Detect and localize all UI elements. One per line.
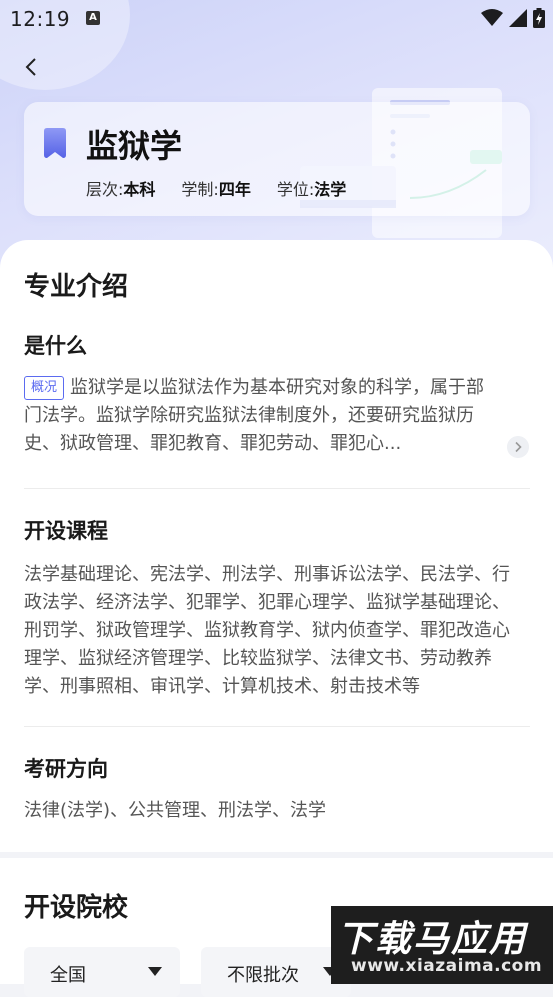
expand-chevron-icon[interactable]: [507, 436, 529, 458]
duration-info: 学制:四年: [181, 176, 250, 200]
major-meta: 层次:本科 学制:四年 学位:法学: [86, 176, 346, 200]
level-info: 层次:本科: [86, 176, 155, 200]
overview-tag: 概况: [24, 376, 65, 400]
level-value: 本科: [123, 180, 156, 199]
level-label: 层次:: [86, 180, 124, 199]
major-title: 监狱学: [86, 127, 183, 165]
region-filter-label: 全国: [50, 965, 86, 986]
caret-down-icon: [148, 967, 162, 976]
status-bar: 12:19 A: [0, 0, 553, 38]
degree-value: 法学: [314, 180, 347, 199]
duration-label: 学制:: [181, 180, 219, 199]
courses-title: 开设课程: [24, 519, 108, 543]
battery-charging-icon: [533, 8, 545, 28]
notification-icon: A: [86, 11, 100, 25]
duration-value: 四年: [218, 180, 251, 199]
status-time: 12:19: [10, 7, 71, 31]
courses-text: 法学基础理论、宪法学、刑法学、刑事诉讼法学、民法学、行政法学、经济法学、犯罪学、…: [24, 564, 510, 697]
major-badge-icon: [44, 128, 66, 158]
watermark-url: www.xiazaima.com: [351, 956, 543, 976]
degree-label: 学位:: [276, 180, 315, 199]
batch-filter-label: 不限批次: [227, 965, 299, 986]
intro-description: 监狱学是以监狱法作为基本研究对象的科学，属于部门法学。监狱学除研究监狱法律制度外…: [24, 377, 484, 454]
divider: [24, 488, 530, 489]
major-header-card: 监狱学 层次:本科 学制:四年 学位:法学: [24, 102, 530, 216]
back-arrow-icon[interactable]: [20, 55, 44, 79]
signal-icon: [509, 9, 527, 27]
watermark-overlay: 下载马应用 www.xiazaima.com: [331, 906, 553, 984]
divider: [24, 726, 530, 727]
wifi-icon: [481, 9, 503, 26]
region-filter-dropdown[interactable]: 全国: [24, 947, 180, 997]
schools-section-title: 开设院校: [24, 893, 129, 923]
postgrad-text: 法律(法学)、公共管理、刑法学、法学: [24, 800, 327, 821]
what-title: 是什么: [24, 334, 87, 358]
intro-description-block[interactable]: 概况 监狱学是以监狱法作为基本研究对象的科学，属于部门法学。监狱学除研究监狱法律制…: [24, 374, 484, 458]
watermark-title: 下载马应用: [337, 919, 528, 960]
postgrad-title: 考研方向: [24, 757, 108, 781]
batch-filter-dropdown[interactable]: 不限批次: [201, 947, 351, 997]
degree-info: 学位:法学: [277, 176, 346, 200]
intro-section-title: 专业介绍: [24, 272, 129, 302]
